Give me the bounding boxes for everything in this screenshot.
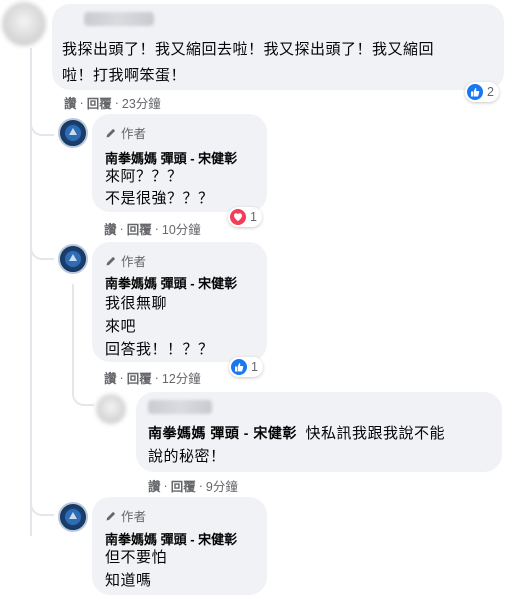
reply-actions: 讚 · 回覆 · 12分鐘	[104, 368, 201, 387]
comment-bubble: 我探出頭了！我又縮回去啦！我又探出頭了！我又縮回 啦！打我啊笨蛋！	[52, 4, 504, 90]
reply-bubble: 作者 南拳媽媽 彈頭 - 宋健彰 但不要怕 知道嗎	[92, 497, 267, 595]
avatar[interactable]	[2, 2, 46, 46]
thread-connector-1	[30, 112, 54, 136]
author-avatar-art-icon	[65, 509, 81, 525]
avatar[interactable]	[96, 394, 126, 424]
author-avatar[interactable]	[58, 118, 88, 148]
nested-reply-actions: 讚 · 回覆 · 9分鐘	[148, 476, 238, 495]
like-button[interactable]: 讚	[64, 93, 77, 112]
timestamp[interactable]: 10分鐘	[162, 219, 201, 238]
thread-connector-4	[30, 492, 54, 516]
reply-bubble: 作者 南拳媽媽 彈頭 - 宋健彰 來阿？？？ 不是很強？？？	[92, 114, 267, 212]
reply-text-line: 來阿？？？	[105, 168, 183, 185]
reply-text-line: 我很無聊	[105, 295, 168, 312]
comment-actions: 讚 · 回覆 · 23分鐘	[64, 93, 161, 112]
author-avatar-art-icon	[65, 251, 81, 267]
reply-button[interactable]: 回覆	[171, 476, 196, 495]
like-button[interactable]: 讚	[104, 219, 117, 238]
reply-text-line: 但不要怕	[105, 549, 168, 566]
thread-connector-nested	[72, 382, 94, 406]
reply-text-line: 回答我！！？？	[105, 341, 214, 358]
reaction-count[interactable]: 2	[465, 82, 499, 102]
author-avatar-art-icon	[65, 125, 81, 141]
commenter-name-blurred[interactable]	[84, 12, 154, 26]
reply-bubble: 作者 南拳媽媽 彈頭 - 宋健彰 我很無聊 來吧 回答我！！？？	[92, 242, 267, 362]
like-icon	[467, 84, 483, 100]
author-avatar[interactable]	[58, 244, 88, 274]
reaction-number: 1	[250, 210, 257, 224]
comment-text-line: 我探出頭了！我又縮回去啦！我又探出頭了！我又縮回	[62, 41, 435, 58]
author-badge: 作者	[105, 506, 146, 525]
nested-reply-bubble: 南拳媽媽 彈頭 - 宋健彰 快私訊我跟我說不能 說的秘密！	[136, 392, 502, 472]
timestamp[interactable]: 9分鐘	[206, 476, 238, 495]
pencil-icon	[106, 256, 116, 265]
reaction-count[interactable]: 1	[228, 207, 262, 227]
author-badge: 作者	[105, 251, 146, 270]
like-button[interactable]: 讚	[104, 368, 117, 387]
reply-text-line: 不是很強？？？	[105, 190, 214, 207]
tagged-name[interactable]: 南拳媽媽 彈頭 - 宋健彰	[148, 425, 297, 441]
reaction-count[interactable]: 1	[229, 357, 263, 377]
reply-button[interactable]: 回覆	[127, 368, 152, 387]
reply-actions-cutoff	[104, 598, 107, 604]
reply-button[interactable]: 回覆	[127, 219, 152, 238]
like-button[interactable]: 讚	[148, 476, 161, 495]
reply-text-line: 知道嗎	[105, 572, 152, 589]
thread-line-sub	[72, 284, 74, 390]
nested-reply-text: 快私訊我跟我說不能	[305, 425, 446, 442]
comment-text-line: 啦！打我啊笨蛋！	[62, 67, 187, 84]
pencil-icon	[106, 511, 116, 520]
heart-icon	[230, 209, 246, 225]
author-badge: 作者	[105, 123, 146, 142]
reply-button[interactable]: 回覆	[87, 93, 112, 112]
timestamp[interactable]: 23分鐘	[122, 93, 161, 112]
reply-actions: 讚 · 回覆 · 10分鐘	[104, 219, 201, 238]
timestamp[interactable]: 12分鐘	[162, 368, 201, 387]
nested-reply-text-line: 南拳媽媽 彈頭 - 宋健彰 快私訊我跟我說不能	[148, 422, 445, 443]
reaction-number: 1	[251, 360, 258, 374]
reply-text-line: 來吧	[105, 318, 137, 335]
like-icon	[231, 359, 247, 375]
pencil-icon	[106, 128, 116, 137]
commenter-name-blurred[interactable]	[148, 400, 212, 414]
reaction-number: 2	[487, 85, 494, 99]
author-avatar[interactable]	[58, 502, 88, 532]
nested-reply-text-line: 說的秘密！	[148, 448, 226, 465]
thread-connector-2	[30, 236, 54, 260]
author-name[interactable]: 南拳媽媽 彈頭 - 宋健彰	[105, 273, 237, 292]
